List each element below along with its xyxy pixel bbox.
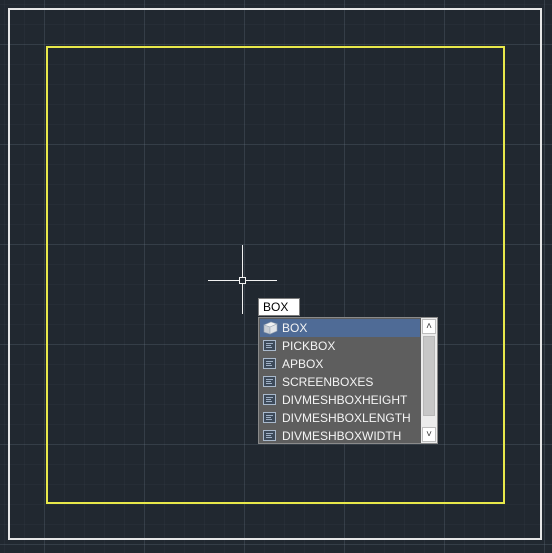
scrollbar-thumb[interactable]: [423, 336, 435, 416]
autocomplete-item-divmeshboxheight[interactable]: DIVMESHBOXHEIGHT: [260, 391, 420, 409]
dynamic-command-input[interactable]: BOX: [258, 298, 300, 316]
autocomplete-item-box[interactable]: BOX: [260, 319, 420, 337]
autocomplete-item-screenboxes[interactable]: SCREENBOXES: [260, 373, 420, 391]
command-autocomplete-list[interactable]: BOX PICKBOX APBOX SCREENBOXES DIVMESHBOX…: [258, 317, 438, 444]
system-variable-icon: [263, 358, 276, 369]
system-variable-icon: [263, 376, 276, 387]
autocomplete-item-divmeshboxwidth[interactable]: DIVMESHBOXWIDTH: [260, 427, 420, 445]
pickbox-square: [239, 277, 246, 284]
autocomplete-item-label: APBOX: [282, 357, 324, 371]
autocomplete-item-apbox[interactable]: APBOX: [260, 355, 420, 373]
autocomplete-item-label: PICKBOX: [282, 339, 336, 353]
system-variable-icon: [263, 412, 276, 423]
autocomplete-item-label: BOX: [282, 321, 308, 335]
scroll-up-button[interactable]: ˄: [422, 319, 436, 334]
scroll-down-button[interactable]: ˅: [422, 427, 436, 442]
system-variable-icon: [263, 340, 276, 351]
autocomplete-item-label: DIVMESHBOXLENGTH: [282, 411, 411, 425]
chevron-up-icon: ˄: [426, 321, 432, 332]
system-variable-icon: [263, 430, 276, 441]
chevron-down-icon: ˅: [426, 429, 432, 440]
autocomplete-item-label: SCREENBOXES: [282, 375, 374, 389]
autocomplete-scrollbar[interactable]: ˄ ˅: [421, 318, 437, 443]
box-3d-icon: [263, 321, 278, 335]
drawing-canvas[interactable]: BOX BOX PICKBOX APBOX SCREENBOXES DIVMES…: [0, 0, 552, 553]
autocomplete-item-label: DIVMESHBOXWIDTH: [282, 429, 402, 443]
autocomplete-item-label: DIVMESHBOXHEIGHT: [282, 393, 408, 407]
autocomplete-items: BOX PICKBOX APBOX SCREENBOXES DIVMESHBOX…: [259, 318, 421, 443]
autocomplete-item-pickbox[interactable]: PICKBOX: [260, 337, 420, 355]
system-variable-icon: [263, 394, 276, 405]
autocomplete-item-divmeshboxlength[interactable]: DIVMESHBOXLENGTH: [260, 409, 420, 427]
